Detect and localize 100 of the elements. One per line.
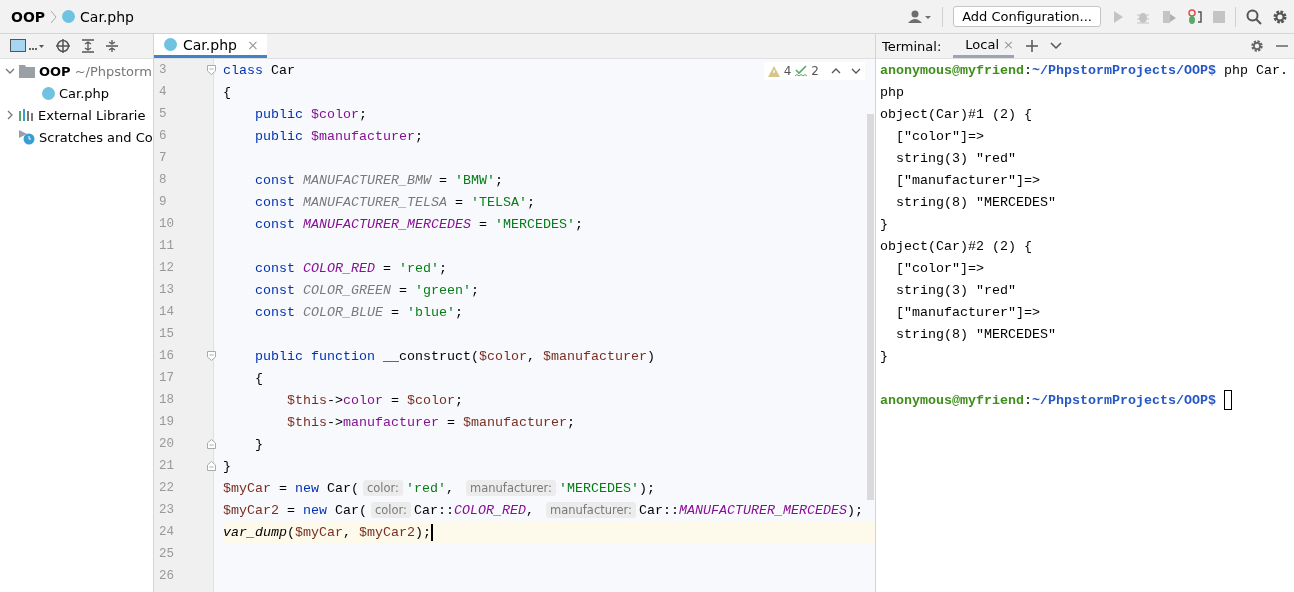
search-icon[interactable]: [1246, 8, 1262, 25]
breadcrumb[interactable]: OOP: [11, 8, 46, 25]
variable-name: $this: [286, 392, 327, 408]
line-number: 7: [159, 151, 167, 165]
typo-count[interactable]: 2: [811, 64, 819, 78]
user-icon[interactable]: [908, 9, 933, 24]
scrollbar[interactable]: [867, 114, 874, 500]
terminal-text: object(Car)#2 (2) {: [880, 238, 1032, 254]
editor-tab[interactable]: Car.php ×: [154, 34, 267, 58]
terminal-text: ["manufacturer"]=>: [895, 172, 1040, 188]
line-number: 8: [159, 173, 167, 187]
line-number: 19: [159, 415, 174, 429]
line-number: 22: [159, 481, 174, 495]
code-text: =: [453, 194, 464, 210]
bug-attach-icon[interactable]: [1187, 8, 1203, 25]
code-text: ;: [494, 172, 503, 188]
line-number: 12: [159, 261, 174, 275]
code-text: Car: [270, 62, 295, 78]
keyword: public: [254, 106, 304, 122]
tree-item[interactable]: Scratches and Co: [39, 129, 153, 145]
terminal-tab[interactable]: Local ×: [953, 34, 1014, 58]
line-number: 14: [159, 305, 174, 319]
code-text: ;: [470, 282, 479, 298]
tree-item[interactable]: External Librarie: [38, 107, 146, 123]
code-text: Car(: [326, 480, 359, 496]
code-text: =: [445, 414, 456, 430]
prompt-path: ~/PhpstormProjects/OOP$: [1031, 62, 1216, 78]
code-text: ,: [526, 348, 536, 364]
keyword: new: [303, 502, 327, 518]
property-name: $color: [311, 106, 359, 122]
code-text: ;: [414, 128, 423, 144]
string-literal: 'blue': [406, 304, 455, 320]
warning-count[interactable]: 4: [783, 64, 792, 78]
line-number: 6: [159, 129, 167, 143]
fold-marker-icon[interactable]: [206, 65, 216, 75]
code-text: ): [646, 348, 655, 364]
terminal-text: string(8) "MERCEDES": [895, 194, 1056, 210]
line-number: 23: [159, 503, 174, 517]
keyword: const: [254, 282, 296, 298]
collapse-all-icon[interactable]: [106, 39, 118, 53]
code-text: Car(: [334, 502, 367, 518]
fold-marker-icon[interactable]: [206, 351, 216, 361]
view-mode-icon[interactable]: [10, 39, 44, 53]
code-text: );: [639, 480, 655, 496]
code-text: }: [254, 436, 263, 452]
add-icon[interactable]: [1025, 40, 1038, 52]
code-text: ;: [438, 260, 447, 276]
terminal-text: php Car.: [1222, 62, 1288, 78]
string-literal: 'red': [406, 480, 446, 496]
fold-marker-icon[interactable]: [206, 461, 216, 471]
string-literal: 'MERCEDES': [494, 216, 575, 232]
code-text: {: [223, 84, 231, 100]
line-number: 5: [159, 107, 167, 121]
prompt-user: anonymous@myfriend: [880, 392, 1024, 408]
code-text: ;: [526, 194, 535, 210]
line-number: 21: [159, 459, 174, 473]
code-text: {: [254, 370, 263, 386]
folder-icon: [19, 64, 35, 78]
variable-name: $manufacturer: [462, 414, 567, 430]
line-number: 4: [159, 85, 167, 99]
parameter-hint: manufacturer:: [546, 502, 636, 518]
constant-name: COLOR_RED: [454, 502, 526, 518]
code-text: =: [389, 304, 400, 320]
fold-marker-icon[interactable]: [206, 439, 216, 449]
keyword: const: [254, 216, 296, 232]
line-number: 10: [159, 217, 174, 231]
keyword: const: [254, 172, 296, 188]
keyword: public function: [254, 348, 375, 364]
locate-icon[interactable]: [56, 39, 70, 53]
line-number: 15: [159, 327, 174, 341]
tree-item[interactable]: Car.php: [59, 85, 110, 101]
settings-icon[interactable]: [1250, 39, 1264, 53]
chevron-icon: [50, 9, 58, 24]
scratch-file-icon: [19, 129, 35, 145]
line-number: 18: [159, 393, 174, 407]
property-name: $manufacturer: [311, 128, 415, 144]
terminal-text: :: [1023, 62, 1032, 78]
variable-name: $myCar2: [223, 502, 279, 518]
line-number: 9: [159, 195, 167, 209]
line-number: 26: [159, 569, 174, 583]
settings-icon[interactable]: [1272, 8, 1288, 25]
property-name: manufacturer: [343, 414, 439, 430]
prompt-user: anonymous@myfriend: [880, 62, 1024, 78]
add-configuration-button[interactable]: Add Configuration...: [953, 6, 1101, 27]
constant-name: COLOR_GREEN: [303, 282, 391, 298]
code-text: ;: [455, 392, 463, 408]
variable-name: $myCar: [295, 524, 343, 540]
variable-name: $myCar2: [359, 524, 415, 540]
terminal-text: string(3) "red": [895, 282, 1016, 298]
expand-all-icon[interactable]: [82, 39, 94, 53]
keyword: const: [254, 194, 296, 210]
tree-item[interactable]: OOP: [39, 63, 71, 79]
warning-icon: [767, 65, 780, 77]
variable-name: $color: [478, 348, 527, 364]
variable-name: $color: [407, 392, 455, 408]
breadcrumb[interactable]: Car.php: [80, 8, 134, 25]
line-number: 3: [159, 63, 167, 77]
code-text: );: [415, 524, 431, 540]
variable-name: $this: [286, 414, 327, 430]
constant-name: MANUFACTURER_MERCEDES: [303, 216, 471, 232]
